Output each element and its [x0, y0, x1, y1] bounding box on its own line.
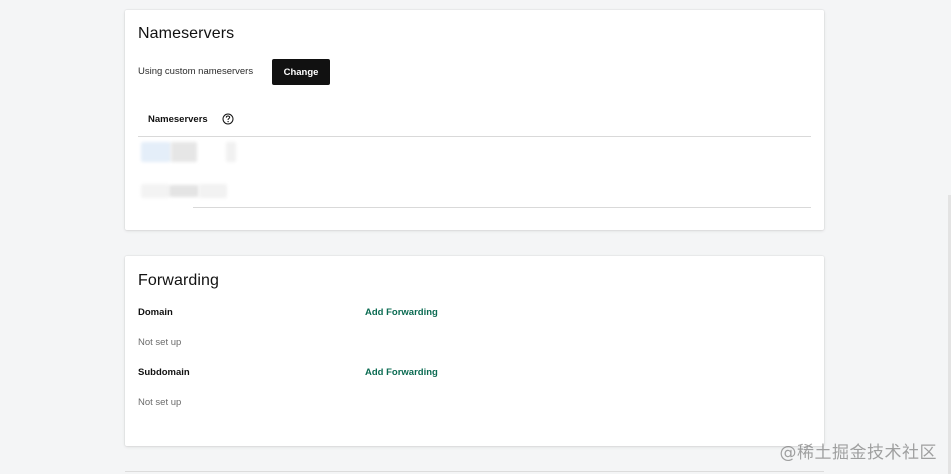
redacted-blur	[199, 184, 227, 198]
question-circle-icon[interactable]	[222, 112, 234, 125]
nameservers-table-divider	[193, 207, 811, 208]
add-domain-forwarding-link[interactable]: Add Forwarding	[365, 307, 438, 318]
redacted-blur	[141, 184, 169, 198]
domain-forwarding-status: Not set up	[138, 337, 182, 348]
nameservers-table-header: Nameservers	[138, 110, 811, 137]
redacted-blur	[169, 185, 199, 197]
change-nameservers-button[interactable]: Change	[272, 59, 330, 85]
nameservers-status-text: Using custom nameservers	[138, 66, 254, 77]
nameserver-row	[138, 142, 278, 164]
nameservers-card: Nameservers Using custom nameservers Cha…	[125, 10, 824, 230]
nameservers-title: Nameservers	[138, 25, 235, 42]
subdomain-forwarding-label: Subdomain	[138, 367, 190, 378]
nameserver-row	[138, 180, 278, 202]
forwarding-card: Forwarding Domain Add Forwarding Not set…	[125, 256, 824, 446]
nameservers-column-header: Nameservers	[148, 114, 208, 125]
redacted-blur	[226, 142, 236, 162]
subdomain-forwarding-status: Not set up	[138, 397, 182, 408]
watermark: @稀土掘金技术社区	[779, 443, 937, 463]
redacted-blur	[141, 142, 171, 162]
domain-forwarding-label: Domain	[138, 307, 173, 318]
add-subdomain-forwarding-link[interactable]: Add Forwarding	[365, 367, 438, 378]
redacted-blur	[171, 142, 197, 162]
next-card-edge	[125, 471, 824, 472]
forwarding-title: Forwarding	[138, 272, 220, 289]
